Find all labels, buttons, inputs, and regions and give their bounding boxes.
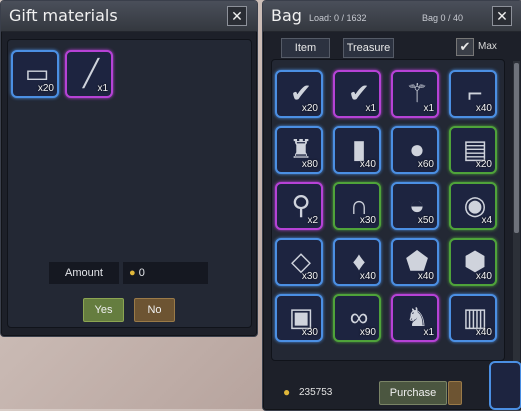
bag-item-slot[interactable]: ▤ x20 xyxy=(449,126,497,174)
bag-item-slot[interactable]: ◉ x4 xyxy=(449,182,497,230)
item-quantity: x40 xyxy=(417,271,434,282)
item-quantity: x80 xyxy=(301,159,318,170)
bag-item-slot[interactable]: ✔ x20 xyxy=(275,70,323,118)
bag-item-slot[interactable]: ◇ x30 xyxy=(275,238,323,286)
gift-title-bar[interactable]: Gift materials ✕ xyxy=(1,1,257,32)
bag-item-slot[interactable]: ▥ x40 xyxy=(449,294,497,342)
item-quantity: x30 xyxy=(359,215,376,226)
amount-label: Amount xyxy=(49,262,119,284)
gift-item-slot[interactable]: ╱ x1 xyxy=(65,50,113,98)
gift-materials-window: Gift materials ✕ ▭ x20 ╱ x1 Amount ● 0 Y… xyxy=(0,0,258,337)
bag-item-slot[interactable]: ⚲ x2 xyxy=(275,182,323,230)
close-icon[interactable]: ✕ xyxy=(492,6,512,26)
amount-value: 0 xyxy=(138,267,145,279)
gift-window-title: Gift materials xyxy=(9,6,118,25)
bag-item-slot[interactable]: ⬟ x40 xyxy=(391,238,439,286)
close-icon[interactable]: ✕ xyxy=(227,6,247,26)
max-label: Max xyxy=(478,41,497,52)
bag-item-slot[interactable]: ▮ x40 xyxy=(333,126,381,174)
bag-item-slot[interactable]: ♜ x80 xyxy=(275,126,323,174)
item-quantity: x40 xyxy=(359,271,376,282)
coin-icon: ● xyxy=(129,267,136,279)
money-amount: 235753 xyxy=(299,387,333,398)
item-quantity: x30 xyxy=(301,327,318,338)
scrollbar-thumb[interactable] xyxy=(514,63,519,233)
item-quantity: x50 xyxy=(417,215,434,226)
item-quantity: x1 xyxy=(97,83,108,94)
bag-secondary-button[interactable] xyxy=(448,381,462,405)
bag-scrollbar[interactable] xyxy=(513,61,520,361)
bag-item-slot[interactable]: ✔ x1 xyxy=(333,70,381,118)
item-quantity: x30 xyxy=(301,271,318,282)
item-quantity: x20 xyxy=(301,103,318,114)
bag-item-slot[interactable]: ∩ x30 xyxy=(333,182,381,230)
item-quantity: x40 xyxy=(359,159,376,170)
item-quantity: x4 xyxy=(481,215,492,226)
item-quantity: x1 xyxy=(423,103,434,114)
purchase-button[interactable]: Purchase xyxy=(379,381,447,405)
item-quantity: x40 xyxy=(475,271,492,282)
item-quantity: x60 xyxy=(417,159,434,170)
bag-item-slot[interactable]: ⚚ x1 xyxy=(391,70,439,118)
bag-load: Load: 0 / 1632 xyxy=(309,13,367,23)
bag-item-slot[interactable]: ♞ x1 xyxy=(391,294,439,342)
no-button[interactable]: No xyxy=(134,298,175,322)
bag-window-title: Bag xyxy=(271,6,302,25)
gift-item-slot[interactable]: ▭ x20 xyxy=(11,50,59,98)
tab-treasure[interactable]: Treasure xyxy=(343,38,394,58)
amount-field: ● 0 xyxy=(123,262,208,284)
item-quantity: x1 xyxy=(365,103,376,114)
bag-items-grid: ✔ x20 ✔ x1 ⚚ x1 ⌐ x40 ♜ x80 ▮ x40 ● x60 ▤ x20 ⚲ x2 ∩ x30 ◒ x5… xyxy=(271,59,505,361)
bag-item-slot[interactable]: ♦ x40 xyxy=(333,238,381,286)
item-quantity: x20 xyxy=(37,83,54,94)
coin-icon: ● xyxy=(283,385,291,399)
item-quantity: x90 xyxy=(359,327,376,338)
bag-window: Bag Load: 0 / 1632 Bag 0 / 40 ✕ Item Tre… xyxy=(262,0,521,411)
item-preview-slot[interactable] xyxy=(489,361,521,410)
tab-item[interactable]: Item xyxy=(281,38,330,58)
max-checkbox[interactable]: ✔ xyxy=(456,38,474,56)
bag-item-slot[interactable]: ◒ x50 xyxy=(391,182,439,230)
item-quantity: x2 xyxy=(307,215,318,226)
bag-item-slot[interactable]: ● x60 xyxy=(391,126,439,174)
item-quantity: x40 xyxy=(475,103,492,114)
bag-item-slot[interactable]: ∞ x90 xyxy=(333,294,381,342)
bag-capacity: Bag 0 / 40 xyxy=(422,13,464,23)
item-quantity: x20 xyxy=(475,159,492,170)
gift-items-area: ▭ x20 ╱ x1 Amount ● 0 Yes No xyxy=(7,39,252,328)
bag-item-slot[interactable]: ⌐ x40 xyxy=(449,70,497,118)
item-quantity: x1 xyxy=(423,327,434,338)
item-quantity: x40 xyxy=(475,327,492,338)
bag-item-slot[interactable]: ⬢ x40 xyxy=(449,238,497,286)
yes-button[interactable]: Yes xyxy=(83,298,124,322)
bag-title-bar[interactable]: Bag Load: 0 / 1632 Bag 0 / 40 ✕ xyxy=(263,1,521,32)
bag-item-slot[interactable]: ▣ x30 xyxy=(275,294,323,342)
